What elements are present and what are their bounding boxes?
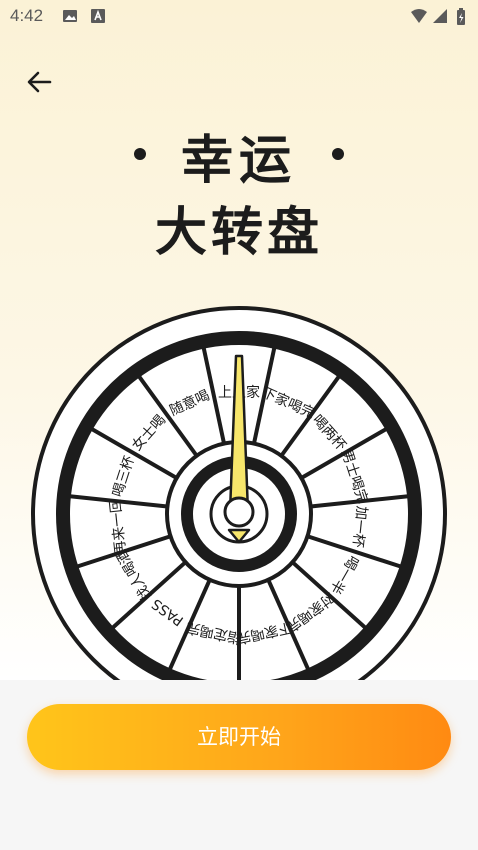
signal-icon	[433, 9, 447, 23]
page-title-line1: 幸运	[180, 131, 297, 191]
page-title-line2: 大转盘	[154, 203, 323, 263]
wifi-icon	[411, 9, 427, 23]
text-a-icon	[91, 9, 105, 23]
battery-icon	[457, 8, 465, 25]
start-button[interactable]: 立即开始	[27, 704, 451, 770]
image-icon	[63, 10, 77, 22]
lucky-wheel[interactable]: 上上家下家喝完喝两杯男士喝完加一杯喝一半对家喝完下家喝完指定喝完PASS找人喝酒…	[0, 290, 478, 710]
status-bar: 4:42	[0, 0, 478, 34]
back-arrow-icon[interactable]	[22, 64, 58, 100]
status-time: 4:42	[10, 6, 44, 25]
